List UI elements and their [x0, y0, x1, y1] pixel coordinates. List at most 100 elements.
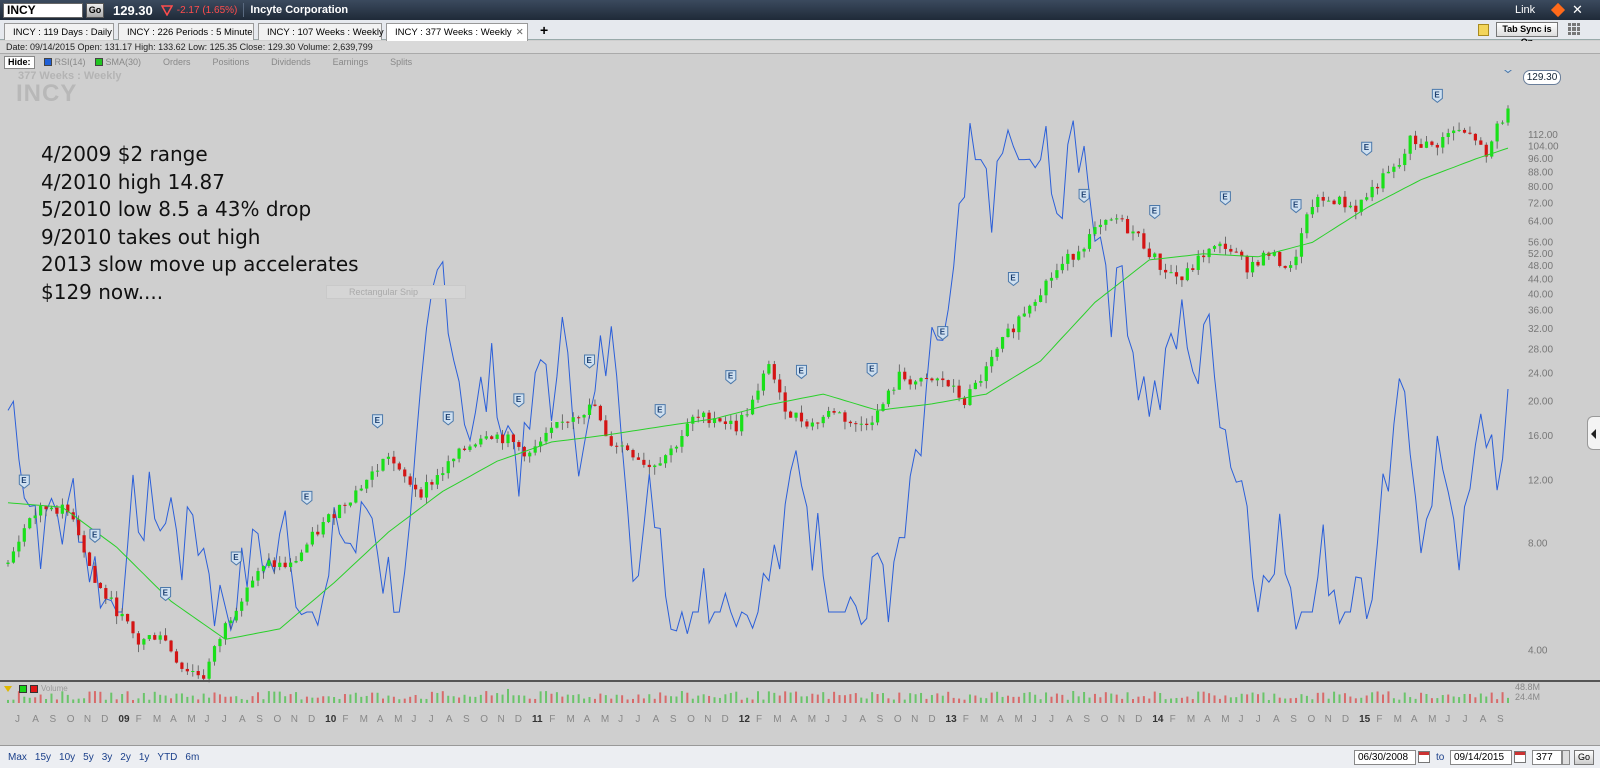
volume-bar: [849, 694, 852, 703]
tab-incy-weekly-107[interactable]: INCY : 107 Weeks : Weekly: [258, 23, 384, 40]
candle-body: [1375, 186, 1380, 189]
range-go-button[interactable]: Go: [1574, 750, 1594, 765]
candle-body: [593, 404, 597, 406]
toggle-earnings[interactable]: Earnings: [333, 57, 369, 67]
close-icon[interactable]: ✕: [1572, 2, 1583, 18]
volume-bar: [1251, 692, 1254, 703]
candle-body: [865, 423, 869, 426]
candle-body: [234, 610, 238, 621]
x-tick-label: O: [67, 714, 75, 725]
add-tab-button[interactable]: +: [540, 22, 548, 38]
candle-body: [805, 421, 809, 427]
range-ytd[interactable]: YTD: [157, 752, 177, 763]
from-date-input[interactable]: 06/30/2008: [1354, 750, 1416, 765]
tab-incy-5min[interactable]: INCY : 226 Periods : 5 Minute: [118, 23, 254, 40]
notes-icon[interactable]: [1478, 24, 1489, 36]
bar-count-input[interactable]: 377: [1532, 750, 1562, 765]
x-tick-label: M: [980, 714, 988, 725]
volume-bar: [974, 695, 977, 703]
range-6m[interactable]: 6m: [185, 752, 199, 763]
candle-body: [560, 421, 564, 423]
toggle-dividends[interactable]: Dividends: [271, 57, 311, 67]
volume-bar: [1132, 699, 1134, 703]
volume-bar: [882, 693, 884, 703]
symbol-input[interactable]: INCY: [3, 2, 83, 18]
indicator-sma-toggle[interactable]: SMA(30): [94, 57, 141, 67]
link-color-icon[interactable]: [1550, 2, 1566, 18]
candle-body: [816, 422, 820, 424]
candle-body: [1087, 234, 1092, 249]
pane-divider[interactable]: [0, 680, 1600, 682]
candle-body: [191, 671, 195, 672]
candle-body: [674, 446, 679, 449]
to-date-input[interactable]: 09/14/2015: [1450, 750, 1512, 765]
candle-body: [767, 364, 771, 374]
x-tick-label: J: [1032, 714, 1037, 725]
toggle-orders[interactable]: Orders: [163, 57, 191, 67]
volume-bar: [240, 698, 243, 703]
tab-sync-button[interactable]: Tab Sync is On: [1496, 22, 1558, 47]
range-3y[interactable]: 3y: [102, 752, 113, 763]
candle-body: [680, 436, 684, 447]
volume-bar: [213, 692, 216, 703]
candle-body: [1343, 196, 1347, 208]
volume-bar: [305, 696, 308, 703]
calendar-icon[interactable]: [1514, 751, 1526, 763]
volume-bar: [805, 696, 808, 703]
candle-body: [196, 671, 200, 676]
y-tick-label: 96.00: [1528, 154, 1553, 165]
tab-incy-weekly-377[interactable]: INCY : 377 Weeks : Weekly ✕: [386, 23, 528, 41]
y-tick-label: 72.00: [1528, 199, 1553, 210]
toggle-splits[interactable]: Splits: [390, 57, 412, 67]
candle-body: [571, 417, 575, 422]
candle-body: [60, 504, 64, 514]
volume-bar: [1398, 699, 1401, 703]
tab-close-icon[interactable]: ✕: [516, 27, 524, 38]
range-1y[interactable]: 1y: [139, 752, 150, 763]
range-15y[interactable]: 15y: [35, 752, 51, 763]
range-5y[interactable]: 5y: [83, 752, 94, 763]
volume-bar: [1371, 692, 1374, 703]
candle-body: [1305, 214, 1309, 234]
calendar-icon[interactable]: [1418, 751, 1430, 763]
candle-body: [1245, 256, 1249, 273]
x-tick-label: 09: [118, 714, 130, 725]
volume-bar: [1458, 697, 1461, 703]
volume-bar: [1218, 698, 1221, 703]
candle-body: [1397, 165, 1401, 167]
candle-body: [707, 412, 711, 424]
volume-bar: [1110, 693, 1113, 703]
bar-count-spinner[interactable]: [1562, 750, 1570, 765]
panel-collapse-tab[interactable]: [1587, 416, 1600, 450]
candle-body: [1452, 130, 1456, 134]
tab-label: INCY : 119 Days : Daily: [13, 27, 112, 38]
candle-body: [1468, 132, 1472, 134]
candle-body: [555, 422, 559, 428]
symbol-go-button[interactable]: Go: [86, 2, 104, 18]
x-tick-label: A: [170, 714, 177, 725]
collapse-triangle-icon[interactable]: [4, 685, 12, 692]
candle-body: [1017, 316, 1021, 333]
volume-bar: [713, 697, 716, 703]
toggle-positions[interactable]: Positions: [213, 57, 250, 67]
range-10y[interactable]: 10y: [59, 752, 75, 763]
candle-body: [1321, 196, 1325, 201]
candle-body: [223, 623, 227, 640]
candle-body: [6, 562, 10, 564]
earnings-marker-label: E: [1293, 201, 1299, 210]
hide-button[interactable]: Hide:: [4, 55, 35, 69]
tab-incy-daily[interactable]: INCY : 119 Days : Daily: [4, 23, 114, 40]
candle-body: [310, 531, 314, 545]
earnings-marker-label: E: [233, 553, 239, 562]
candle-body: [914, 381, 918, 385]
indicator-rsi-toggle[interactable]: RSI(14): [43, 57, 86, 67]
volume-bar: [583, 698, 586, 703]
layout-grid-icon[interactable]: [1568, 23, 1580, 35]
link-label[interactable]: Link: [1515, 4, 1535, 16]
range-max[interactable]: Max: [8, 752, 27, 763]
range-2y[interactable]: 2y: [120, 752, 131, 763]
volume-bar: [284, 696, 287, 703]
x-tick-label: M: [187, 714, 195, 725]
volume-bar: [664, 695, 667, 703]
candle-body: [691, 416, 695, 424]
